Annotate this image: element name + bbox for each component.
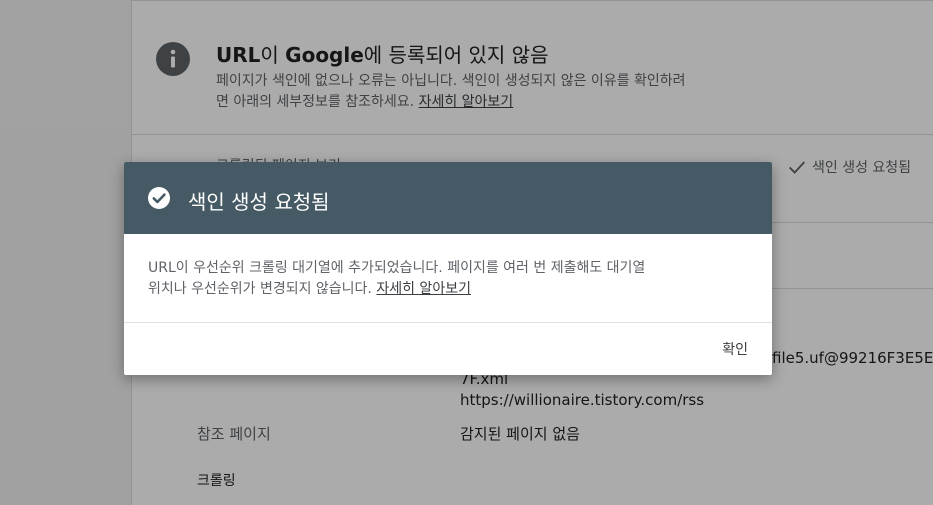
- dialog-learn-more-link[interactable]: 자세히 알아보기: [376, 281, 471, 297]
- indexing-requested-dialog: 색인 생성 요청됨 URL이 우선순위 크롤링 대기열에 추가되었습니다. 페이…: [124, 162, 772, 375]
- dialog-message: URL이 우선순위 크롤링 대기열에 추가되었습니다. 페이지를 여러 번 제출…: [148, 260, 646, 297]
- dialog-header: 색인 생성 요청됨: [124, 162, 772, 234]
- check-circle-icon: [148, 187, 170, 209]
- dialog-divider: [124, 322, 772, 323]
- confirm-button[interactable]: 확인: [712, 333, 758, 365]
- dialog-title: 색인 생성 요청됨: [188, 190, 330, 214]
